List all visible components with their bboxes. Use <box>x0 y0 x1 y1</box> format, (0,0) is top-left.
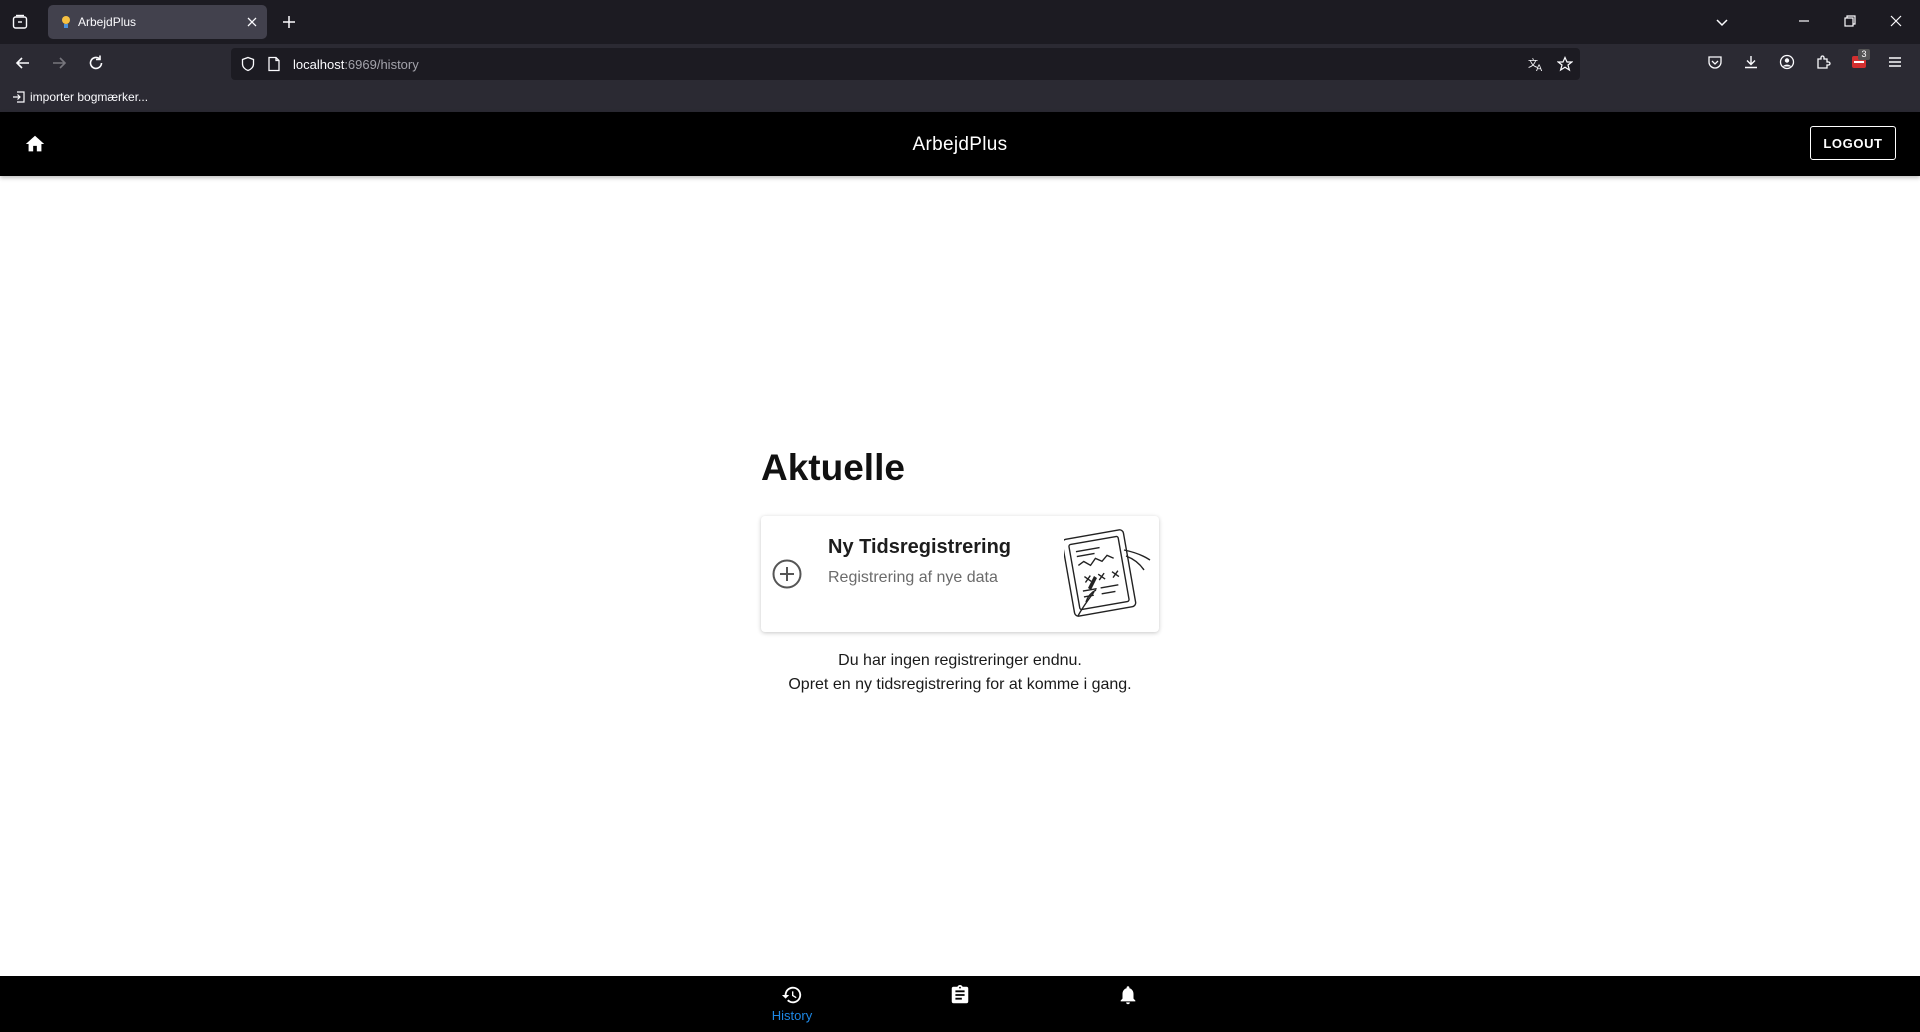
bookmarks-toolbar: importer bogmærker... <box>0 84 1920 112</box>
browser-tab[interactable]: ArbejdPlus <box>48 5 267 39</box>
restore-icon[interactable] <box>1843 14 1857 28</box>
account-icon[interactable] <box>1779 54 1795 70</box>
list-all-tabs-icon[interactable] <box>12 14 28 30</box>
browser-nav-bar: localhost:6969/history 文A 3 <box>0 44 1920 84</box>
url-host: localhost <box>293 57 345 72</box>
svg-text:A: A <box>1536 64 1543 72</box>
import-icon <box>13 91 25 103</box>
nav-registrations[interactable] <box>920 984 1000 1006</box>
pocket-icon[interactable] <box>1707 54 1723 70</box>
minimize-icon[interactable] <box>1797 14 1811 28</box>
nav-history-label: History <box>771 1008 813 1023</box>
nav-history[interactable]: History <box>752 984 832 1023</box>
nav-notifications[interactable] <box>1088 984 1168 1006</box>
close-tab-icon[interactable] <box>247 17 257 27</box>
logout-button[interactable]: LOGOUT <box>1810 126 1896 160</box>
empty-state-line-1: Du har ingen registreringer endnu. <box>838 652 1082 669</box>
clipboard-icon <box>951 984 969 1004</box>
downloads-icon[interactable] <box>1743 54 1759 70</box>
history-icon <box>781 986 802 1004</box>
tablet-illustration-icon <box>1064 526 1152 622</box>
back-arrow-icon[interactable] <box>14 54 32 72</box>
translate-icon[interactable]: 文A <box>1528 56 1544 72</box>
empty-state-line-2: Opret en ny tidsregistrering for at komm… <box>788 676 1132 693</box>
url-bar[interactable]: localhost:6969/history 文A <box>231 48 1580 80</box>
favicon-icon <box>60 15 72 29</box>
new-time-registration-card[interactable]: Ny Tidsregistrering Registrering af nye … <box>761 516 1159 632</box>
hamburger-menu-icon[interactable] <box>1887 54 1903 70</box>
bookmark-star-icon[interactable] <box>1557 56 1573 72</box>
new-tab-icon[interactable] <box>282 15 296 29</box>
tracking-shield-icon[interactable] <box>240 56 256 72</box>
url-path: :6969/history <box>344 57 419 72</box>
bell-icon <box>1120 986 1136 1005</box>
extension-badge: 3 <box>1858 49 1870 60</box>
app-title: ArbejdPlus <box>912 134 1008 155</box>
browser-tab-bar: ArbejdPlus <box>0 0 1920 44</box>
section-title: Aktuelle <box>761 447 905 488</box>
bottom-navigation: History <box>0 976 1920 1032</box>
add-circle-icon <box>771 558 803 590</box>
app-header: ArbejdPlus LOGOUT <box>0 112 1920 176</box>
card-subtitle: Registrering af nye data <box>828 569 998 586</box>
extensions-icon[interactable] <box>1815 54 1831 70</box>
tab-title: ArbejdPlus <box>78 15 137 29</box>
close-window-icon[interactable] <box>1889 14 1903 28</box>
reload-icon[interactable] <box>87 54 105 72</box>
card-title: Ny Tidsregistrering <box>828 536 1012 558</box>
page-info-icon[interactable] <box>267 56 281 72</box>
tab-overflow-chevron-icon[interactable] <box>1714 14 1730 30</box>
import-bookmarks-link[interactable]: importer bogmærker... <box>12 90 148 104</box>
import-bookmarks-label: importer bogmærker... <box>30 90 149 104</box>
forward-arrow-icon[interactable] <box>50 54 68 72</box>
url-text: localhost:6969/history <box>293 57 419 72</box>
